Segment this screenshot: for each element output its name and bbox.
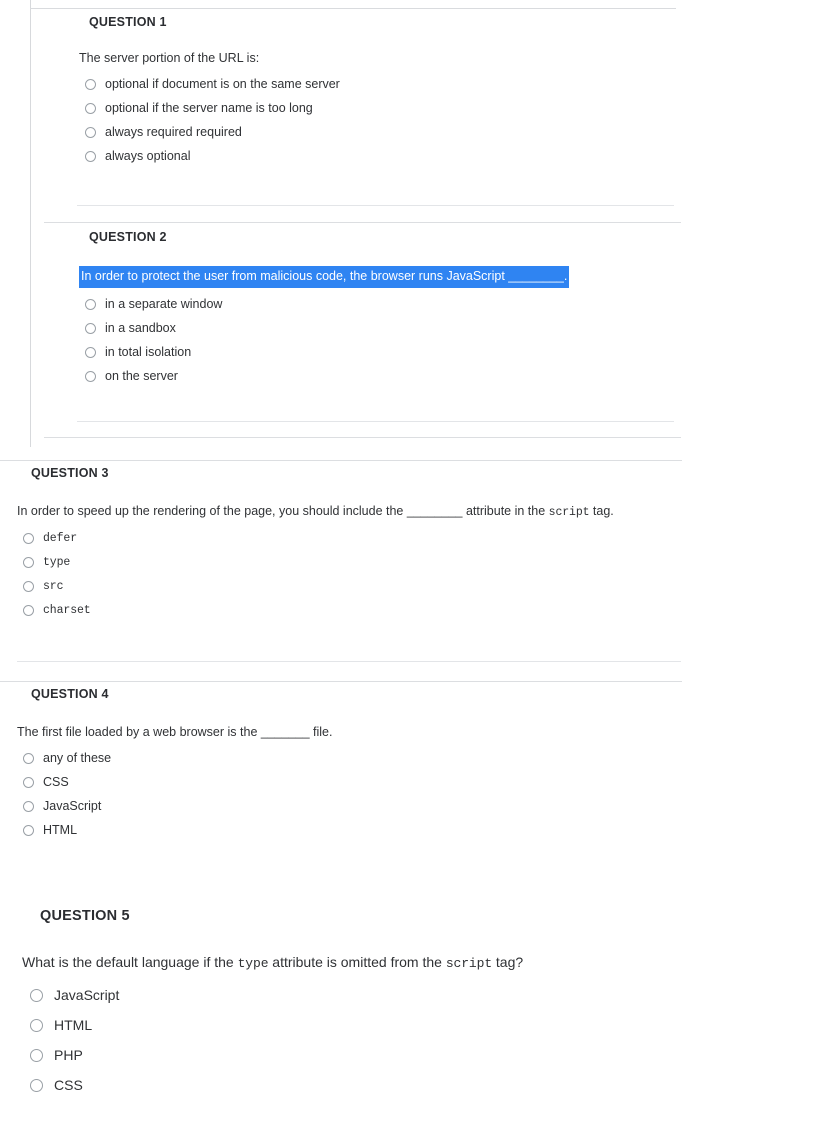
option-label: JavaScript	[54, 987, 120, 1003]
question-block-1: QUESTION 1 The server portion of the URL…	[79, 15, 669, 168]
question-2-title: QUESTION 2	[89, 230, 167, 244]
question-3-title: QUESTION 3	[31, 466, 109, 480]
question-1-title: QUESTION 1	[89, 15, 167, 29]
radio-option[interactable]: in a separate window	[85, 292, 669, 316]
radio-button-icon[interactable]	[85, 126, 96, 138]
option-label: defer	[43, 531, 78, 545]
prompt-segment: What is the default language if the	[22, 954, 238, 970]
radio-option[interactable]: defer	[23, 526, 682, 550]
question-4-options: any of these CSS JavaScript HTML	[23, 746, 682, 842]
question-3-divider	[17, 661, 681, 662]
radio-button-icon[interactable]	[30, 1018, 43, 1032]
question-1-options: optional if document is on the same serv…	[85, 72, 669, 168]
question-1-outer-divider	[44, 222, 681, 223]
prompt-segment: tag?	[492, 954, 524, 970]
radio-button-icon[interactable]	[85, 102, 96, 114]
question-2-outer-divider	[44, 437, 681, 438]
question-2-inner-divider	[77, 421, 674, 422]
radio-option[interactable]: HTML	[23, 818, 682, 842]
radio-option[interactable]: JavaScript	[30, 980, 702, 1010]
radio-button-icon[interactable]	[85, 298, 96, 310]
radio-button-icon[interactable]	[23, 776, 34, 788]
option-label: JavaScript	[43, 799, 102, 813]
option-label: HTML	[54, 1017, 93, 1033]
option-label: in total isolation	[105, 345, 192, 359]
radio-option[interactable]: optional if document is on the same serv…	[85, 72, 669, 96]
radio-button-icon[interactable]	[23, 824, 34, 836]
question-3-options: defer type src charset	[23, 526, 682, 622]
option-label: CSS	[43, 775, 69, 789]
radio-option[interactable]: any of these	[23, 746, 682, 770]
radio-option[interactable]: in total isolation	[85, 340, 669, 364]
radio-option[interactable]: CSS	[30, 1070, 702, 1100]
radio-button-icon[interactable]	[85, 370, 96, 382]
prompt-code-script: script	[445, 956, 493, 971]
question-2-prompt-selected: In order to protect the user from malici…	[79, 266, 570, 288]
option-label: always optional	[105, 149, 191, 163]
question-3-prompt: In order to speed up the rendering of th…	[17, 504, 682, 520]
question-4-title: QUESTION 4	[31, 687, 109, 701]
option-label: in a separate window	[105, 297, 223, 311]
radio-button-icon[interactable]	[85, 346, 96, 358]
radio-option[interactable]: JavaScript	[23, 794, 682, 818]
prompt-segment: attribute is omitted from the	[268, 954, 446, 970]
radio-option[interactable]: optional if the server name is too long	[85, 96, 669, 120]
radio-button-icon[interactable]	[85, 150, 96, 162]
question-block-3: QUESTION 3 In order to speed up the rend…	[17, 466, 682, 622]
question-5-title: QUESTION 5	[40, 908, 130, 924]
radio-button-icon[interactable]	[23, 752, 34, 764]
question-1-inner-divider	[77, 205, 674, 206]
radio-option[interactable]: CSS	[23, 770, 682, 794]
radio-option[interactable]: PHP	[30, 1040, 702, 1070]
radio-button-icon[interactable]	[23, 532, 34, 544]
radio-button-icon[interactable]	[23, 604, 34, 616]
prompt-code-script: script	[548, 506, 590, 519]
prompt-code-type: type	[237, 956, 269, 971]
radio-button-icon[interactable]	[23, 800, 34, 812]
question-block-4: QUESTION 4 The first file loaded by a we…	[17, 687, 682, 842]
option-label: optional if document is on the same serv…	[105, 77, 340, 91]
radio-option[interactable]: HTML	[30, 1010, 702, 1040]
radio-button-icon[interactable]	[85, 78, 96, 90]
question-block-2: QUESTION 2 In order to protect the user …	[79, 230, 669, 388]
radio-button-icon[interactable]	[30, 1078, 43, 1092]
question-1-prompt: The server portion of the URL is:	[79, 51, 260, 65]
question-4-prompt: The first file loaded by a web browser i…	[17, 725, 333, 739]
prompt-segment: In order to speed up the rendering of th…	[17, 504, 549, 518]
section-divider	[0, 460, 682, 461]
radio-option[interactable]: always required required	[85, 120, 669, 144]
radio-button-icon[interactable]	[23, 580, 34, 592]
radio-option[interactable]: in a sandbox	[85, 316, 669, 340]
question-4-top-divider	[0, 681, 682, 682]
option-label: PHP	[54, 1047, 83, 1063]
question-2-options: in a separate window in a sandbox in tot…	[85, 292, 669, 388]
radio-option[interactable]: type	[23, 550, 682, 574]
radio-button-icon[interactable]	[85, 322, 96, 334]
question-5-prompt: What is the default language if the type…	[22, 954, 702, 972]
option-label: optional if the server name is too long	[105, 101, 313, 115]
frame-top-divider	[30, 8, 676, 9]
option-label: HTML	[43, 823, 78, 837]
option-label: charset	[43, 603, 91, 617]
option-label: always required required	[105, 125, 242, 139]
radio-button-icon[interactable]	[30, 1048, 43, 1062]
question-5-options: JavaScript HTML PHP CSS	[30, 980, 702, 1100]
option-label: CSS	[54, 1077, 83, 1093]
option-label: src	[43, 579, 64, 593]
option-label: type	[43, 555, 71, 569]
question-block-5: QUESTION 5 What is the default language …	[22, 908, 702, 1100]
option-label: on the server	[105, 369, 178, 383]
radio-option[interactable]: always optional	[85, 144, 669, 168]
option-label: any of these	[43, 751, 112, 765]
radio-button-icon[interactable]	[23, 556, 34, 568]
radio-option[interactable]: on the server	[85, 364, 669, 388]
radio-button-icon[interactable]	[30, 988, 43, 1002]
option-label: in a sandbox	[105, 321, 176, 335]
radio-option[interactable]: charset	[23, 598, 682, 622]
quiz-page: QUESTION 1 The server portion of the URL…	[0, 0, 819, 1138]
prompt-segment: tag.	[589, 504, 614, 518]
radio-option[interactable]: src	[23, 574, 682, 598]
